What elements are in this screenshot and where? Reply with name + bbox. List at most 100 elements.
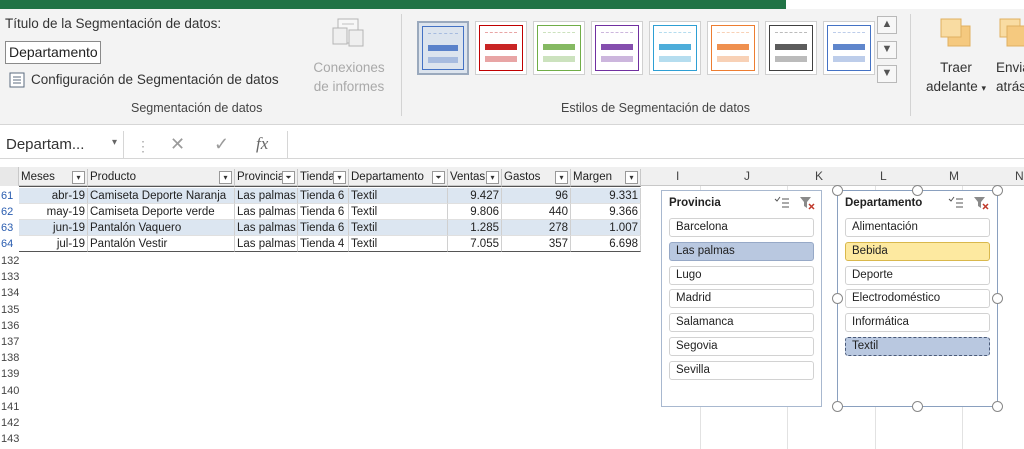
table-cell[interactable]: Tienda 4 <box>298 236 349 252</box>
slicer-item[interactable]: Sevilla <box>669 360 814 380</box>
table-cell[interactable]: 357 <box>502 236 571 252</box>
row-header[interactable]: 133 <box>0 269 19 285</box>
slicer-caption-input[interactable]: Departamento <box>5 41 101 64</box>
column-letter[interactable]: L <box>880 169 887 183</box>
slicer-style-6[interactable] <box>707 21 759 75</box>
slicer-item[interactable]: Segovia <box>669 337 814 356</box>
table-cell[interactable]: jun-19 <box>19 220 88 236</box>
row-header[interactable]: 143 <box>0 431 19 447</box>
resize-handle[interactable] <box>912 401 923 412</box>
resize-handle[interactable] <box>832 185 843 196</box>
filter-dropdown-icon[interactable]: ▾ <box>333 171 346 184</box>
table-cell[interactable]: Textil <box>349 236 448 252</box>
table-cell[interactable]: Las palmas <box>235 220 298 236</box>
row-header[interactable]: 142 <box>0 415 19 431</box>
slicer-item[interactable]: Las palmas <box>669 241 814 261</box>
column-letter[interactable]: J <box>744 169 750 183</box>
name-box-dropdown-icon[interactable]: ▾ <box>112 137 117 148</box>
row-header[interactable]: 141 <box>0 399 19 415</box>
table-cell[interactable]: Las palmas <box>235 204 298 220</box>
row-header[interactable]: 62 <box>0 204 19 220</box>
table-cell[interactable]: Camiseta Deporte verde <box>88 204 235 220</box>
resize-handle[interactable] <box>832 401 843 412</box>
multi-select-icon[interactable] <box>774 196 790 213</box>
table-cell[interactable]: Textil <box>349 204 448 220</box>
slicer-departamento[interactable]: Departamento Alimentación Bebida Deporte El… <box>837 190 998 407</box>
bring-forward-dropdown-icon[interactable]: ▾ <box>982 83 987 93</box>
table-cell[interactable]: Tienda 6 <box>298 188 349 204</box>
slicer-settings-button[interactable]: Configuración de Segmentación de datos <box>31 72 279 87</box>
slicer-style-4[interactable] <box>591 21 643 75</box>
table-header-cell[interactable]: Departamento ⏷ <box>349 169 448 187</box>
resize-handle[interactable] <box>912 185 923 196</box>
slicer-style-8[interactable] <box>823 21 875 75</box>
gallery-scroll-down[interactable]: ▼ <box>877 41 897 59</box>
column-letter[interactable]: K <box>815 169 823 183</box>
filter-active-icon[interactable]: ⏷ <box>432 171 445 184</box>
resize-handle[interactable] <box>992 293 1003 304</box>
gallery-scroll-up[interactable]: ▲ <box>877 16 897 34</box>
table-cell[interactable]: 96 <box>502 188 571 204</box>
row-header[interactable]: 136 <box>0 318 19 334</box>
resize-handle[interactable] <box>832 293 843 304</box>
row-header[interactable]: 139 <box>0 366 19 382</box>
table-cell[interactable]: 7.055 <box>448 236 502 252</box>
slicer-item[interactable]: Deporte <box>845 265 990 285</box>
resize-handle[interactable] <box>992 185 1003 196</box>
table-cell[interactable]: 9.806 <box>448 204 502 220</box>
table-cell[interactable]: Tienda 6 <box>298 204 349 220</box>
filter-dropdown-icon[interactable]: ▾ <box>486 171 499 184</box>
filter-dropdown-icon[interactable]: ▾ <box>72 171 85 184</box>
enter-icon[interactable]: ✓ <box>214 134 229 155</box>
column-letter[interactable]: N <box>1015 169 1024 183</box>
table-cell[interactable]: 1.285 <box>448 220 502 236</box>
row-header[interactable]: 134 <box>0 285 19 301</box>
slicer-item[interactable]: Salamanca <box>669 313 814 333</box>
bring-forward-icon[interactable] <box>940 18 972 48</box>
slicer-style-7[interactable] <box>765 21 817 75</box>
slicer-item[interactable]: Madrid <box>669 289 814 309</box>
slicer-item[interactable]: Alimentación <box>845 218 990 237</box>
row-header[interactable]: 138 <box>0 350 19 366</box>
table-header-cell[interactable]: Meses ▾ <box>19 169 88 187</box>
cancel-icon[interactable]: ✕ <box>170 134 185 155</box>
filter-dropdown-icon[interactable]: ▾ <box>625 171 638 184</box>
table-header-cell[interactable]: Tienda ▾ <box>298 169 349 187</box>
table-cell[interactable]: 9.331 <box>571 188 641 204</box>
table-header-cell[interactable]: Ventas ▾ <box>448 169 502 187</box>
name-box[interactable]: Departam... ▾ <box>0 131 124 159</box>
table-cell[interactable]: 1.007 <box>571 220 641 236</box>
resize-handle[interactable] <box>992 401 1003 412</box>
table-cell[interactable]: Las palmas <box>235 188 298 204</box>
table-header-cell[interactable]: Gastos ▾ <box>502 169 571 187</box>
slicer-item[interactable]: Textil <box>845 337 990 356</box>
table-cell[interactable]: jul-19 <box>19 236 88 252</box>
table-cell[interactable]: Pantalón Vaquero <box>88 220 235 236</box>
table-header-cell[interactable]: Margen ▾ <box>571 169 641 187</box>
filter-dropdown-icon[interactable]: ▾ <box>555 171 568 184</box>
slicer-style-5[interactable] <box>649 21 701 75</box>
table-cell[interactable]: 278 <box>502 220 571 236</box>
slicer-style-1[interactable] <box>417 21 469 75</box>
row-header[interactable]: 135 <box>0 302 19 318</box>
clear-filter-icon[interactable] <box>799 196 815 213</box>
row-header[interactable]: 137 <box>0 334 19 350</box>
insert-function-icon[interactable]: fx <box>256 134 268 154</box>
slicer-style-2[interactable] <box>475 21 527 75</box>
slicer-item[interactable]: Bebida <box>845 241 990 261</box>
table-cell[interactable]: Pantalón Vestir <box>88 236 235 252</box>
send-backward-icon[interactable] <box>999 18 1024 48</box>
table-cell[interactable]: Tienda 6 <box>298 220 349 236</box>
table-cell[interactable]: 9.366 <box>571 204 641 220</box>
row-header[interactable]: 64 <box>0 236 19 252</box>
table-cell[interactable]: abr-19 <box>19 188 88 204</box>
slicer-item[interactable]: Barcelona <box>669 218 814 237</box>
filter-dropdown-icon[interactable]: ▾ <box>219 171 232 184</box>
table-cell[interactable]: may-19 <box>19 204 88 220</box>
multi-select-icon[interactable] <box>948 196 964 213</box>
row-header[interactable]: 61 <box>0 188 19 204</box>
bring-forward-button[interactable]: Traer adelante ▾ <box>923 58 989 98</box>
table-cell[interactable]: 6.698 <box>571 236 641 252</box>
table-cell[interactable]: 440 <box>502 204 571 220</box>
slicer-provincia[interactable]: Provincia Barcelona Las palmas Lugo Madrid S… <box>661 190 822 407</box>
